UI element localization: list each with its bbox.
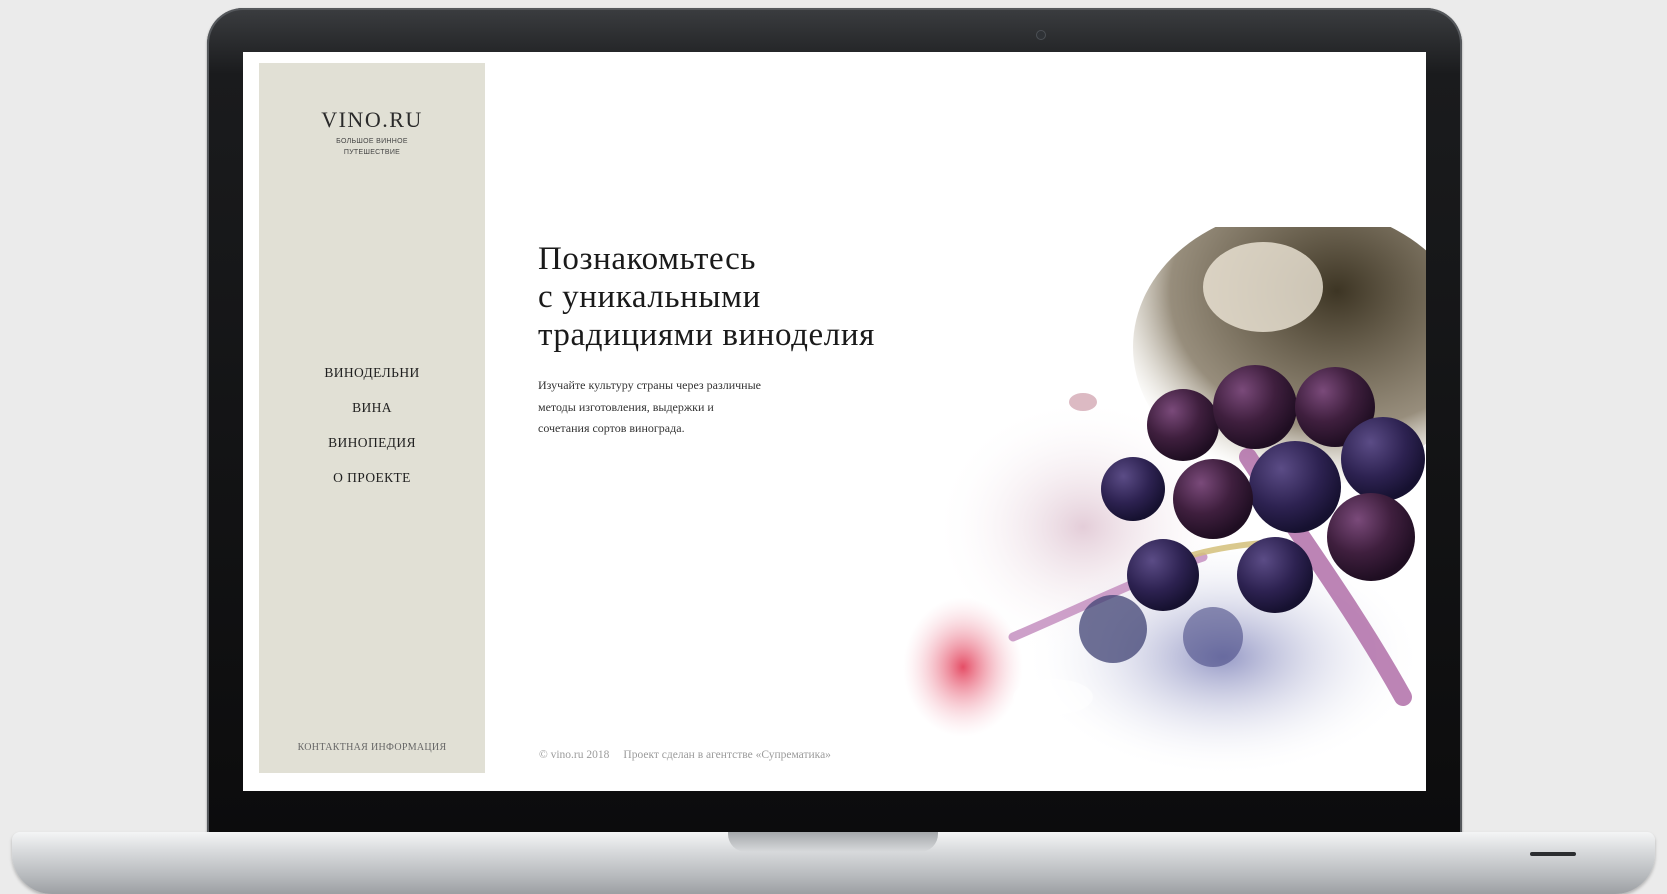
- contact-info-link[interactable]: КОНТАКТНАЯ ИНФОРМАЦИЯ: [259, 742, 485, 753]
- nav-item-wines[interactable]: ВИНА: [259, 390, 485, 425]
- sidebar: VINO.RU БОЛЬШОЕ ВИННОЕ ПУТЕШЕСТВИЕ ВИНОД…: [259, 63, 485, 773]
- power-indicator: [1530, 852, 1576, 856]
- site-tagline: БОЛЬШОЕ ВИННОЕ ПУТЕШЕСТВИЕ: [322, 136, 422, 158]
- hero-title: Познакомьтесь с уникальными традициями в…: [538, 240, 978, 354]
- hero-text-line-2: методы изготовления, выдержки и: [538, 399, 714, 414]
- tagline-line-1: БОЛЬШОЕ ВИННОЕ: [336, 138, 408, 145]
- hero-text-line-3: сочетания сортов винограда.: [538, 421, 685, 435]
- website-screen: VINO.RU БОЛЬШОЕ ВИННОЕ ПУТЕШЕСТВИЕ ВИНОД…: [243, 52, 1426, 791]
- tagline-line-2: ПУТЕШЕСТВИЕ: [343, 149, 401, 156]
- agency-link[interactable]: Проект сделан в агентстве «Супрематика»: [623, 749, 831, 761]
- laptop-mockup: VINO.RU БОЛЬШОЕ ВИННОЕ ПУТЕШЕСТВИЕ ВИНОД…: [0, 0, 1667, 894]
- nav-item-wineries[interactable]: ВИНОДЕЛЬНИ: [259, 355, 485, 390]
- camera-icon: [1036, 30, 1046, 40]
- site-logo[interactable]: VINO.RU: [259, 107, 485, 133]
- main-nav: ВИНОДЕЛЬНИ ВИНА ВИНОПЕДИЯ О ПРОЕКТЕ: [259, 355, 485, 495]
- hero-title-line-2: с уникальными: [538, 279, 761, 315]
- hero-title-line-1: Познакомьтесь: [538, 241, 756, 277]
- laptop-notch: [728, 832, 938, 852]
- page-footer: © vino.ru 2018 Проект сделан в агентстве …: [539, 749, 831, 761]
- nav-item-about[interactable]: О ПРОЕКТЕ: [259, 460, 485, 495]
- nav-item-winepedia[interactable]: ВИНОПЕДИЯ: [259, 425, 485, 460]
- hero-text-line-1: Изучайте культуру страны через различные: [538, 378, 761, 392]
- hero-description: Изучайте культуру страны через различные…: [538, 375, 818, 440]
- copyright-text: © vino.ru 2018: [539, 749, 610, 761]
- hero-title-line-3: традициями виноделия: [538, 317, 875, 353]
